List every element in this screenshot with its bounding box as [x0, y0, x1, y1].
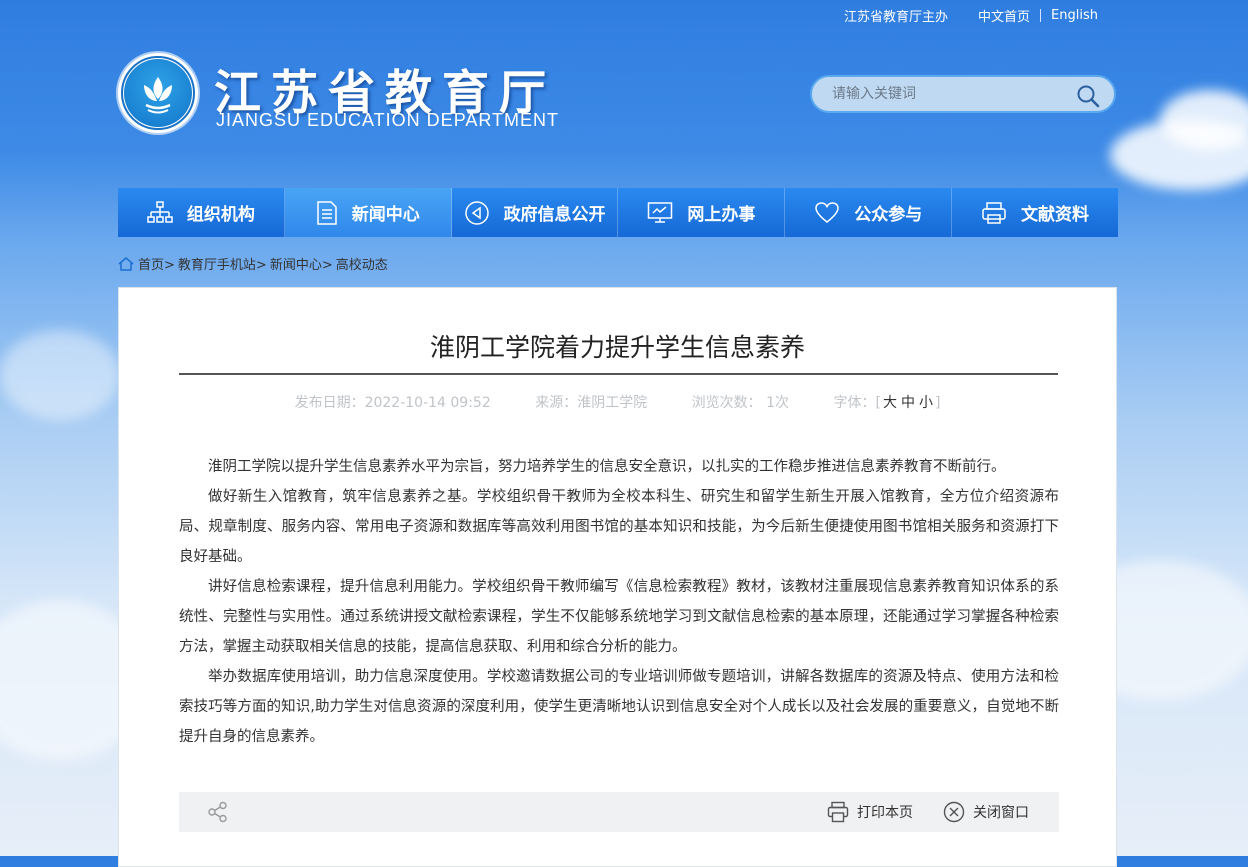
nav-item-documents[interactable]: 文献资料	[952, 188, 1118, 237]
logo-emblem	[124, 59, 192, 127]
print-label: 打印本页	[857, 805, 913, 821]
nav-label: 政府信息公开	[503, 205, 606, 225]
nav-item-news[interactable]: 新闻中心	[284, 188, 452, 237]
font-large-button[interactable]: 大	[883, 395, 897, 411]
nav-label: 组织机构	[186, 205, 255, 225]
breadcrumb-current[interactable]: 高校动态	[336, 254, 388, 273]
close-window-button[interactable]: 关闭窗口	[943, 801, 1029, 823]
title-divider	[179, 373, 1058, 375]
printer-icon	[827, 801, 849, 823]
view-count: 浏览次数： 1次	[691, 395, 790, 411]
search-input[interactable]	[830, 85, 1074, 103]
font-size-switch: 字体：[大中小]	[833, 395, 941, 411]
nav-item-gov-info[interactable]: 政府信息公开	[452, 188, 619, 237]
announcement-icon	[464, 200, 489, 225]
font-medium-button[interactable]: 中	[901, 395, 915, 411]
monitor-icon	[648, 201, 673, 223]
nav-item-online-service[interactable]: 网上办事	[618, 188, 786, 237]
printer-icon	[982, 201, 1006, 224]
document-icon	[316, 200, 337, 225]
search-box	[810, 75, 1116, 113]
breadcrumb-mobile[interactable]: 教育厅手机站>	[178, 254, 267, 273]
home-cn-link[interactable]: 中文首页	[968, 6, 1040, 25]
font-small-button[interactable]: 小	[919, 395, 933, 411]
close-label: 关闭窗口	[973, 805, 1029, 821]
nav-label: 公众参与	[854, 205, 923, 225]
breadcrumb-home[interactable]: 首页>	[138, 254, 175, 273]
paragraph: 举办数据库使用培训，助力信息深度使用。学校邀请数据公司的专业培训师做专题培训，讲…	[179, 669, 1059, 745]
breadcrumb: 首页> 教育厅手机站> 新闻中心> 高校动态	[118, 254, 391, 273]
source: 来源：淮阴工学院	[535, 395, 648, 411]
nav-item-org[interactable]: 组织机构	[118, 188, 285, 237]
nav-label: 新闻中心	[351, 205, 420, 225]
host-label: 江苏省教育厅主办	[844, 9, 949, 25]
logo-flower-icon	[144, 77, 172, 114]
site-logo[interactable]	[118, 53, 198, 133]
article-panel: 淮阴工学院着力提升学生信息素养 发布日期：2022-10-14 09:52 来源…	[118, 287, 1117, 867]
home-icon	[118, 256, 134, 271]
main-nav: 组织机构 新闻中心 政府信息公开 网上办事 公众参与 文献资料	[118, 188, 1118, 237]
top-links: 江苏省教育厅主办 中文首页 English	[834, 6, 1108, 25]
org-chart-icon	[147, 200, 173, 223]
nav-label: 网上办事	[687, 205, 756, 225]
article-meta: 发布日期：2022-10-14 09:52 来源：淮阴工学院 浏览次数： 1次 …	[119, 392, 1116, 412]
share-icon[interactable]	[207, 801, 229, 823]
paragraph: 做好新生入馆教育，筑牢信息素养之基。学校组织骨干教师为全校本科生、研究生和留学生…	[179, 489, 1059, 565]
nav-label: 文献资料	[1021, 205, 1090, 225]
article-footer: 打印本页 关闭窗口	[179, 792, 1059, 832]
cloud-decoration	[0, 330, 120, 420]
close-icon	[943, 801, 965, 823]
font-size-label: 字体：	[833, 395, 876, 411]
nav-item-public[interactable]: 公众参与	[785, 188, 953, 237]
breadcrumb-news[interactable]: 新闻中心>	[270, 254, 333, 273]
site-subtitle: JIANGSU EDUCATION DEPARTMENT	[216, 110, 560, 130]
print-button[interactable]: 打印本页	[827, 801, 913, 823]
search-icon[interactable]	[1076, 84, 1100, 108]
paragraph: 讲好信息检索课程，提升信息利用能力。学校组织骨干教师编写《信息检索教程》教材，该…	[179, 579, 1059, 655]
article-body: 淮阴工学院以提升学生信息素养水平为宗旨，努力培养学生的信息安全意识，以扎实的工作…	[179, 452, 1059, 752]
english-link[interactable]: English	[1041, 8, 1108, 23]
heart-icon	[815, 201, 839, 223]
footer-actions: 打印本页 关闭窗口	[827, 801, 1059, 823]
paragraph: 淮阴工学院以提升学生信息素养水平为宗旨，努力培养学生的信息安全意识，以扎实的工作…	[208, 459, 1006, 475]
publish-date: 发布日期：2022-10-14 09:52	[294, 395, 491, 411]
article-title: 淮阴工学院着力提升学生信息素养	[429, 333, 805, 362]
